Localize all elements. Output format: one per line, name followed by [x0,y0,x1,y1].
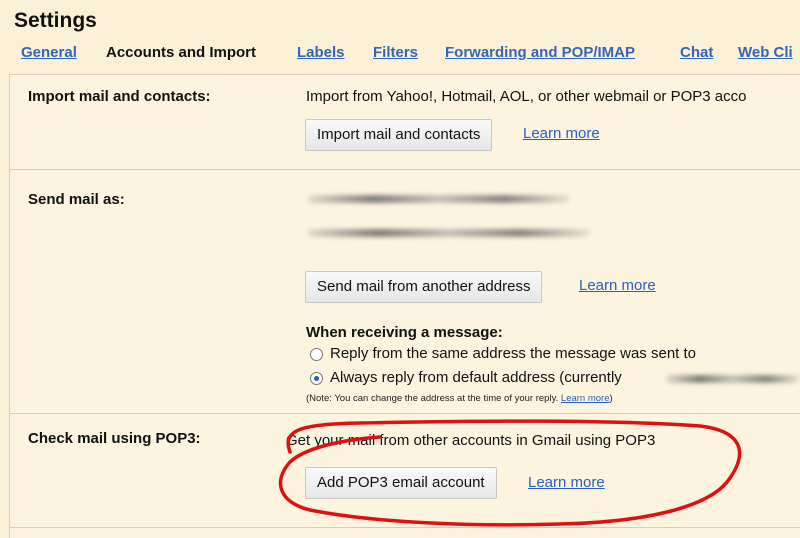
settings-page: Settings General Accounts and Import Lab… [0,0,800,538]
receiving-heading: When receiving a message: [306,324,503,341]
tab-general[interactable]: General [21,44,77,61]
tab-forwarding-pop-imap[interactable]: Forwarding and POP/IMAP [445,44,635,61]
section-divider [10,413,800,414]
tab-accounts-and-import[interactable]: Accounts and Import [98,40,265,74]
reply-default-address-radio[interactable] [310,372,323,385]
reply-note-text: (Note: You can change the address at the… [306,393,559,404]
redacted-default-address [666,375,800,383]
tab-chat[interactable]: Chat [680,44,713,61]
reply-same-address-radio[interactable] [310,348,323,361]
import-mail-button[interactable]: Import mail and contacts [305,119,493,151]
redacted-address-1 [308,195,570,203]
send-from-another-address-button[interactable]: Send mail from another address [305,271,543,303]
section-divider [10,527,800,528]
settings-tabs: General Accounts and Import Labels Filte… [0,40,800,74]
send-as-section-label: Send mail as: [28,191,125,208]
send-as-learn-more-link[interactable]: Learn more [579,277,656,294]
add-pop3-account-button[interactable]: Add POP3 email account [305,467,497,499]
pop3-section-label: Check mail using POP3: [28,430,201,447]
reply-note: (Note: You can change the address at the… [306,393,613,404]
reply-default-address-label: Always reply from default address (curre… [330,369,622,386]
pop3-description: Get your mail from other accounts in Gma… [286,432,656,449]
page-title: Settings [14,9,97,32]
reply-same-address-label: Reply from the same address the message … [330,345,697,362]
import-description: Import from Yahoo!, Hotmail, AOL, or oth… [306,88,747,105]
tab-web-clips[interactable]: Web Cli [738,44,793,61]
reply-note-learn-more-link[interactable]: Learn more [561,393,610,404]
pop3-learn-more-link[interactable]: Learn more [528,474,605,491]
import-section-label: Import mail and contacts: [28,88,211,105]
settings-content: Import mail and contacts: Import from Ya… [9,74,800,538]
tab-labels[interactable]: Labels [297,44,345,61]
reply-note-end: ) [609,393,613,404]
redacted-address-2 [308,229,590,237]
section-divider [10,169,800,170]
import-learn-more-link[interactable]: Learn more [523,125,600,142]
tab-filters[interactable]: Filters [373,44,418,61]
